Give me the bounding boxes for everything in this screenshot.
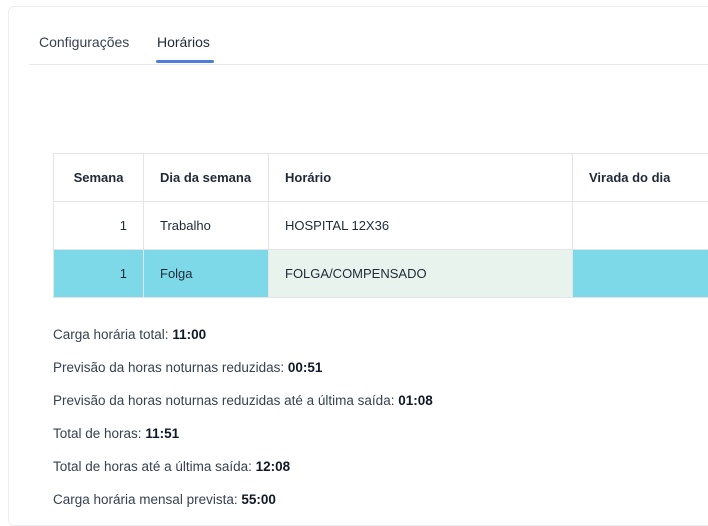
summary-previsao-horas-noturnas-ultima-saida: Previsão da horas noturnas reduzidas até… xyxy=(53,391,433,424)
schedule-table: Semana Dia da semana Horário Virada do d… xyxy=(53,153,708,298)
summary-value: 55:00 xyxy=(241,492,276,507)
summary-value: 00:51 xyxy=(287,360,323,375)
cell-dia: Trabalho xyxy=(143,201,269,250)
summary-value: 01:08 xyxy=(398,393,433,408)
summary-label: Carga horária total: xyxy=(53,327,173,342)
active-tab-indicator xyxy=(156,60,214,63)
table-row[interactable]: 1 Folga FOLGA/COMPENSADO xyxy=(53,249,708,298)
summary-value: 11:51 xyxy=(145,426,180,441)
summary-carga-horaria-total: Carga horária total: 11:00 xyxy=(53,325,433,358)
header-virada-do-dia: Virada do dia xyxy=(572,153,708,202)
summary-section: Carga horária total: 11:00 Previsão da h… xyxy=(53,325,433,523)
cell-semana: 1 xyxy=(53,249,144,298)
cell-virada xyxy=(572,249,708,298)
table-header-row: Semana Dia da semana Horário Virada do d… xyxy=(53,153,708,202)
summary-label: Total de horas até a última saída: xyxy=(53,459,256,474)
tab-horarios[interactable]: Horários xyxy=(157,34,210,50)
header-dia-da-semana: Dia da semana xyxy=(143,153,269,202)
summary-carga-horaria-mensal: Carga horária mensal prevista: 55:00 xyxy=(53,490,433,523)
summary-previsao-horas-noturnas: Previsão da horas noturnas reduzidas: 00… xyxy=(53,358,433,391)
summary-value: 11:00 xyxy=(172,327,207,342)
cell-virada xyxy=(572,201,708,250)
summary-label: Previsão da horas noturnas reduzidas: xyxy=(53,360,288,375)
cell-dia: Folga xyxy=(143,249,269,298)
table-row[interactable]: 1 Trabalho HOSPITAL 12X36 xyxy=(53,201,708,250)
summary-value: 12:08 xyxy=(255,459,291,474)
summary-total-de-horas: Total de horas: 11:51 xyxy=(53,424,433,457)
tab-bar: Configurações Horários xyxy=(29,7,708,65)
summary-label: Previsão da horas noturnas reduzidas até… xyxy=(53,393,399,408)
cell-semana: 1 xyxy=(53,201,144,250)
tab-configuracoes[interactable]: Configurações xyxy=(39,34,129,50)
header-horario: Horário xyxy=(268,153,573,202)
summary-total-horas-ultima-saida: Total de horas até a última saída: 12:08 xyxy=(53,457,433,490)
header-semana: Semana xyxy=(53,153,144,202)
summary-label: Carga horária mensal prevista: xyxy=(53,492,242,507)
schedule-panel: Configurações Horários Semana Dia da sem… xyxy=(8,6,708,526)
summary-label: Total de horas: xyxy=(53,426,146,441)
cell-horario: HOSPITAL 12X36 xyxy=(268,201,573,250)
cell-horario: FOLGA/COMPENSADO xyxy=(268,249,573,298)
